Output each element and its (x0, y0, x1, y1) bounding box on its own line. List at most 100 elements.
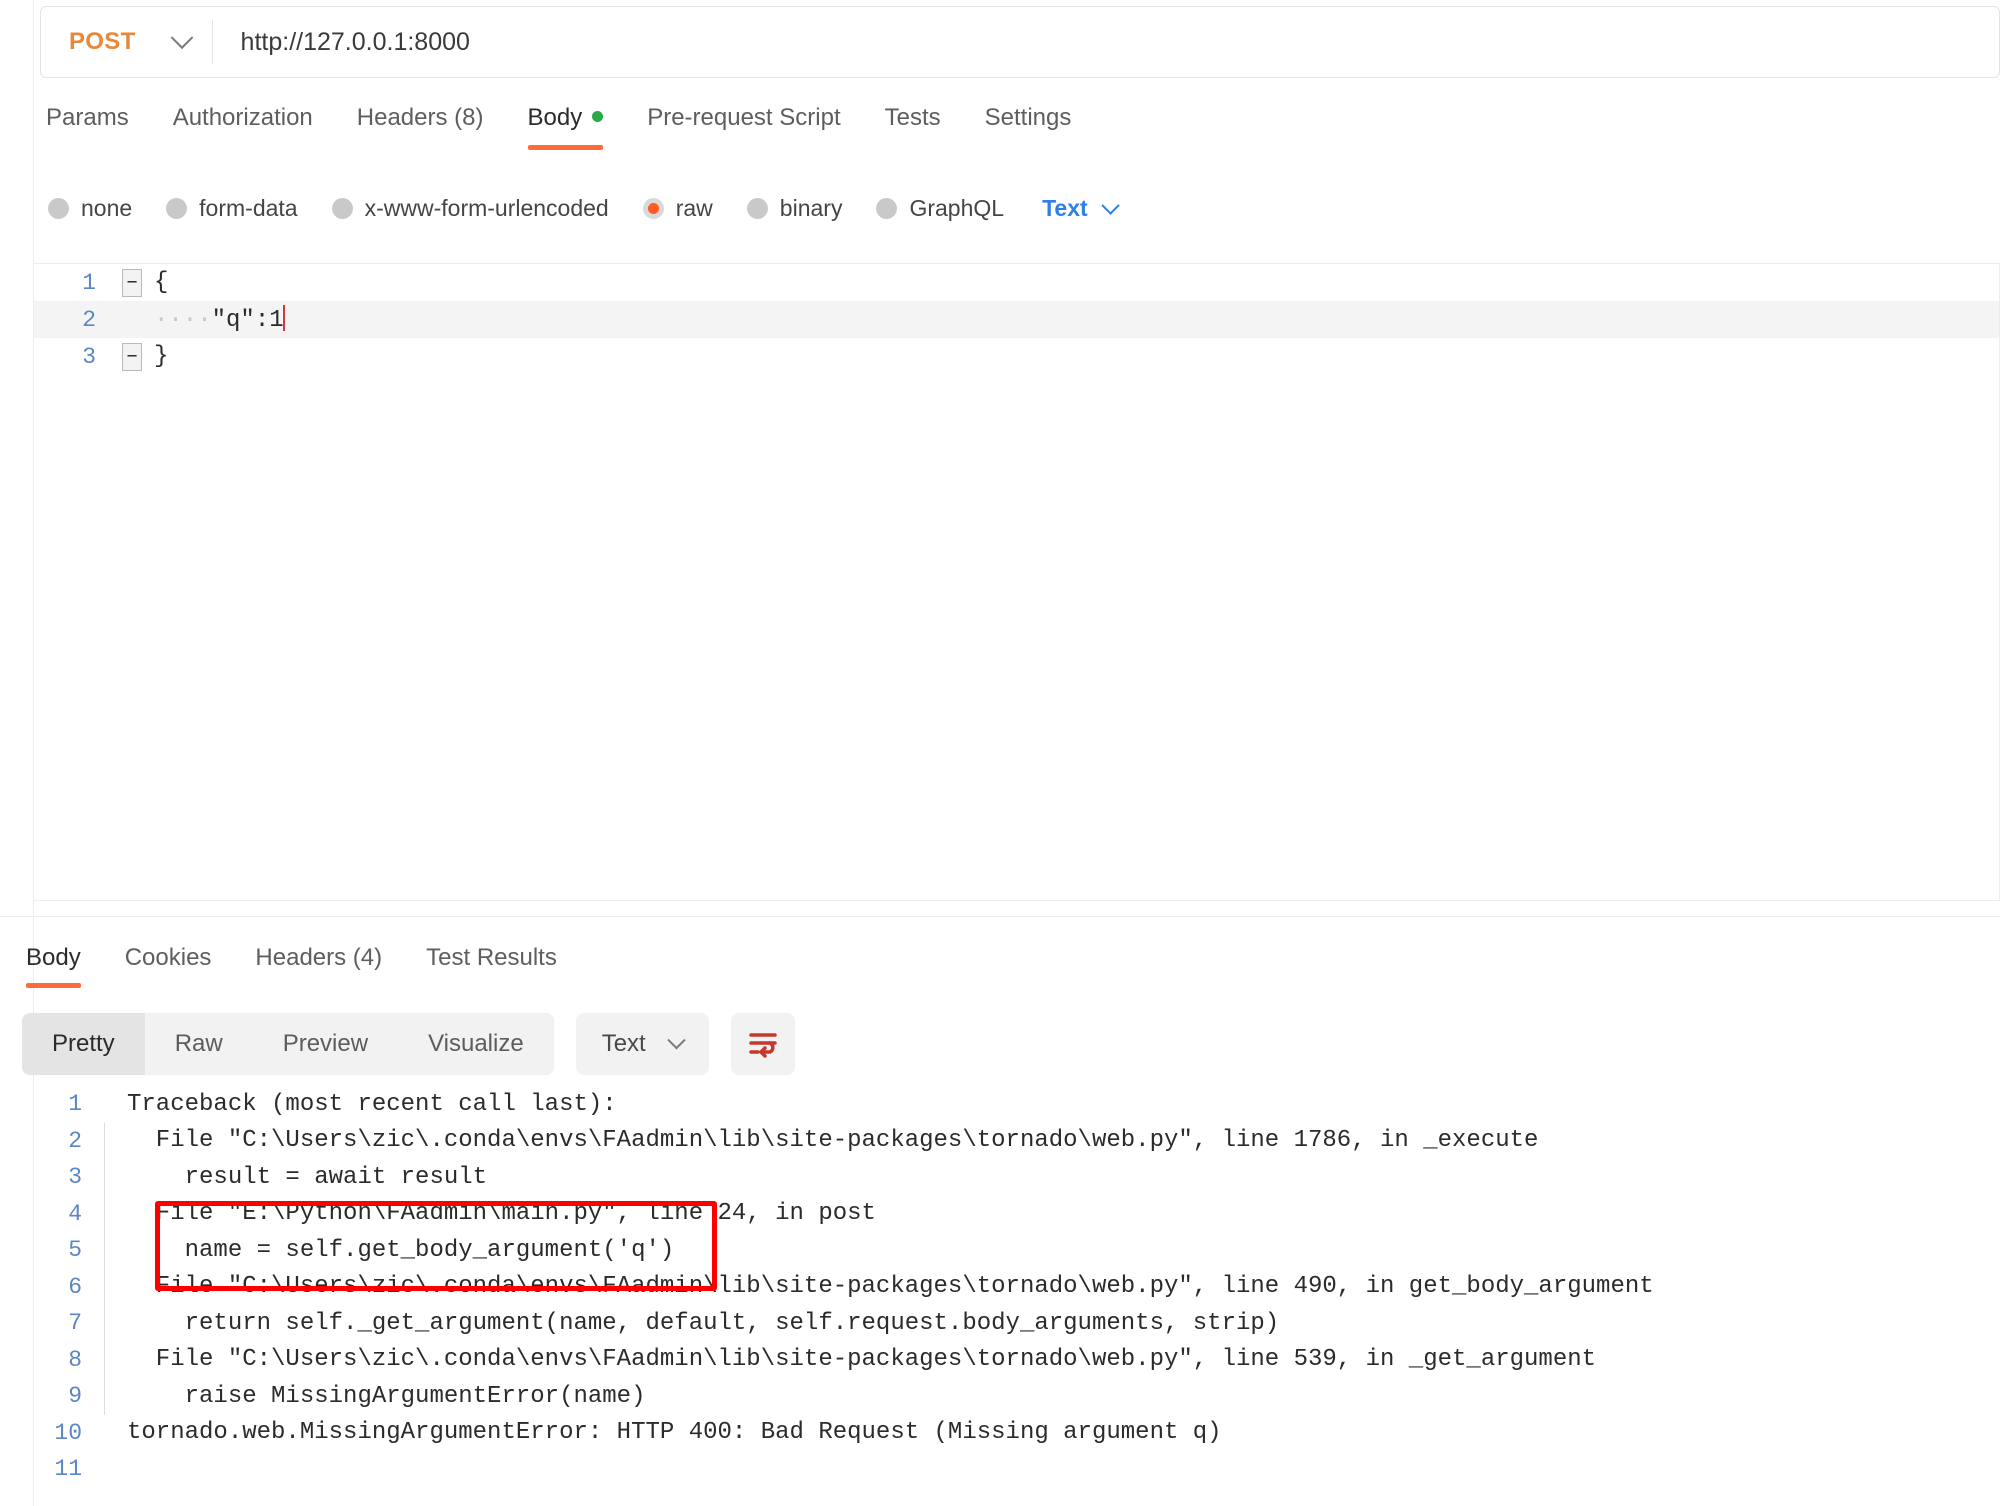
body-type-graphql[interactable]: GraphQL (876, 195, 1004, 222)
response-body-code[interactable]: 1 Traceback (most recent call last): 2 Fi… (34, 1086, 2000, 1506)
line-number: 8 (68, 1346, 82, 1373)
line-number: 3 (68, 1164, 82, 1191)
response-tab-test-results[interactable]: Test Results (404, 940, 579, 992)
response-tabs: Body Cookies Headers (4) Test Results (22, 940, 1022, 1000)
tab-tests[interactable]: Tests (863, 100, 963, 154)
response-tab-headers[interactable]: Headers (4) (233, 940, 404, 992)
text-caret (282, 305, 285, 331)
indent-guide (104, 1232, 105, 1269)
code-text: { (154, 269, 169, 296)
radio-icon (48, 197, 69, 219)
line-number: 5 (68, 1237, 82, 1264)
response-code-line: 10 tornado.web.MissingArgumentError: HTTP… (34, 1415, 2000, 1452)
response-format-label: Text (601, 1030, 646, 1057)
tab-params[interactable]: Params (40, 100, 151, 154)
request-url-input[interactable] (212, 7, 1999, 77)
request-body-editor[interactable]: 1 – { 2 ····"q":1 3 – } (34, 263, 2000, 901)
body-type-x-www-form-urlencoded[interactable]: x-www-form-urlencoded (331, 195, 609, 222)
line-number: 2 (68, 1127, 82, 1154)
code-text: File "C:\Users\zic\.conda\envs\FAadmin\l… (127, 1273, 1654, 1301)
raw-format-dropdown[interactable]: Text (1042, 194, 1120, 222)
response-tab-cookies[interactable]: Cookies (103, 940, 234, 992)
response-code-line: 3 result = await result (34, 1159, 2000, 1196)
body-type-none[interactable]: none (48, 195, 132, 222)
indent-guide (104, 1159, 105, 1196)
indent-guide (104, 1305, 105, 1342)
word-wrap-button[interactable] (730, 1013, 795, 1075)
response-code-line: 4 File "E:\Python\FAadmin\main.py", line… (34, 1195, 2000, 1232)
view-mode-pretty[interactable]: Pretty (22, 1013, 145, 1075)
body-modified-dot-icon (592, 111, 604, 122)
indent-guide (104, 1268, 105, 1305)
request-tabs: Params Authorization Headers (8) Body Pr… (40, 100, 2000, 162)
response-format-dropdown[interactable]: Text (575, 1013, 709, 1075)
indent-guide (104, 1415, 105, 1452)
fold-placeholder (122, 306, 142, 334)
code-text: tornado.web.MissingArgumentError: HTTP 4… (127, 1419, 1222, 1447)
tab-pre-request-script[interactable]: Pre-request Script (625, 100, 862, 154)
response-code-line: 6 File "C:\Users\zic\.conda\envs\FAadmin… (34, 1268, 2000, 1305)
tab-body[interactable]: Body (506, 100, 626, 154)
code-text: raise MissingArgumentError(name) (127, 1382, 646, 1410)
code-text: name = self.get_body_argument('q') (127, 1236, 675, 1264)
code-text: return self._get_argument(name, default,… (127, 1309, 1280, 1337)
radio-icon (746, 197, 768, 219)
body-type-raw[interactable]: raw (642, 195, 713, 222)
tab-authorization[interactable]: Authorization (151, 100, 335, 154)
code-text: Traceback (most recent call last): (127, 1090, 617, 1118)
line-number: 1 (82, 269, 96, 296)
response-code-line: 9 raise MissingArgumentError(name) (34, 1378, 2000, 1415)
code-text: result = await result (127, 1163, 488, 1191)
fold-toggle-icon[interactable]: – (122, 268, 142, 297)
response-code-line: 7 return self._get_argument(name, defaul… (34, 1305, 2000, 1342)
body-type-options: none form-data x-www-form-urlencoded raw… (48, 185, 1948, 231)
response-view-mode-group: Pretty Raw Preview Visualize (22, 1013, 554, 1075)
chevron-down-icon (1100, 195, 1120, 215)
request-code-line-active: 2 ····"q":1 (34, 301, 1999, 338)
code-text: "q":1 (211, 307, 284, 334)
indent-guide (104, 1086, 105, 1123)
line-number: 7 (68, 1310, 82, 1337)
line-number: 1 (68, 1091, 82, 1118)
line-number: 3 (82, 343, 96, 370)
code-text: } (154, 343, 169, 370)
response-toolbar: Pretty Raw Preview Visualize Text (22, 1013, 795, 1075)
request-code-area[interactable]: 1 – { 2 ····"q":1 3 – } (34, 264, 1999, 900)
line-number: 11 (54, 1456, 82, 1483)
http-method-select[interactable]: POST (41, 7, 212, 77)
left-rail (0, 0, 34, 1506)
view-mode-visualize[interactable]: Visualize (398, 1013, 554, 1075)
body-type-binary[interactable]: binary (746, 195, 842, 222)
view-mode-raw[interactable]: Raw (145, 1013, 253, 1075)
radio-icon (166, 197, 188, 219)
indent-dots: ···· (154, 307, 212, 334)
radio-icon (876, 197, 898, 219)
indent-guide (104, 1378, 105, 1415)
response-code-line: 11 (34, 1451, 2000, 1488)
response-tab-body[interactable]: Body (22, 940, 103, 992)
response-code-line: 2 File "C:\Users\zic\.conda\envs\FAadmin… (34, 1122, 2000, 1159)
line-number: 6 (68, 1273, 82, 1300)
chevron-down-icon (667, 1030, 686, 1049)
indent-guide (104, 1122, 105, 1159)
request-code-line: 3 – } (34, 338, 1999, 375)
chevron-down-icon (170, 26, 193, 50)
response-code-line: 1 Traceback (most recent call last): (34, 1086, 2000, 1123)
tab-settings[interactable]: Settings (963, 100, 1094, 154)
fold-toggle-icon[interactable]: – (122, 342, 142, 371)
radio-selected-icon (642, 197, 664, 219)
raw-format-label: Text (1042, 194, 1088, 221)
response-code-line: 5 name = self.get_body_argument('q') (34, 1232, 2000, 1269)
indent-guide (104, 1451, 105, 1488)
indent-guide (104, 1341, 105, 1378)
tab-headers[interactable]: Headers (8) (335, 100, 506, 154)
response-code-line: 8 File "C:\Users\zic\.conda\envs\FAadmin… (34, 1341, 2000, 1378)
body-type-form-data[interactable]: form-data (166, 195, 298, 222)
code-text: File "C:\Users\zic\.conda\envs\FAadmin\l… (127, 1127, 1539, 1155)
view-mode-preview[interactable]: Preview (253, 1013, 398, 1075)
line-number: 4 (68, 1200, 82, 1227)
line-number: 2 (82, 306, 96, 333)
code-text: File "E:\Python\FAadmin\main.py", line 2… (127, 1200, 876, 1228)
response-divider (0, 916, 2000, 917)
indent-guide (104, 1195, 105, 1232)
